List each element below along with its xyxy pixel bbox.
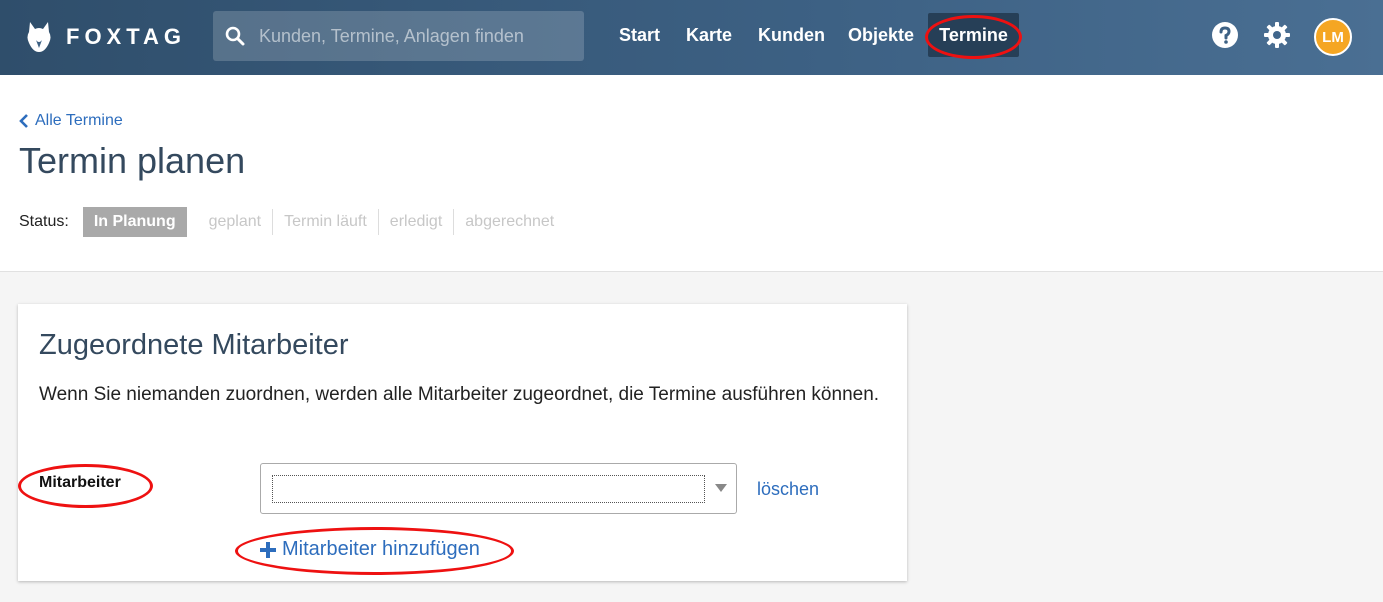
- status-step-abgerechnet[interactable]: abgerechnet: [453, 209, 565, 235]
- user-avatar[interactable]: LM: [1314, 18, 1352, 56]
- delete-employee-link[interactable]: löschen: [757, 479, 819, 500]
- back-link-label: Alle Termine: [35, 112, 123, 129]
- employee-select-value: [272, 475, 705, 503]
- status-step-in-planung[interactable]: In Planung: [82, 207, 187, 237]
- nav-item-objekte[interactable]: Objekte: [838, 13, 924, 57]
- brand-logo[interactable]: FOXTAG: [24, 18, 186, 56]
- gear-icon[interactable]: [1263, 21, 1291, 49]
- nav-item-karte[interactable]: Karte: [676, 13, 742, 57]
- status-step-geplant[interactable]: geplant: [198, 209, 273, 235]
- card-description: Wenn Sie niemanden zuordnen, werden alle…: [39, 384, 880, 405]
- search-input[interactable]: [259, 25, 579, 47]
- assigned-employees-card: Zugeordnete Mitarbeiter Wenn Sie niemand…: [18, 304, 907, 581]
- plus-icon: [260, 541, 276, 558]
- add-employee-label: Mitarbeiter hinzufügen: [282, 538, 480, 560]
- caret-down-icon: [715, 484, 727, 492]
- search-icon: [225, 26, 245, 46]
- nav-item-termine[interactable]: Termine: [928, 13, 1019, 57]
- status-step-erledigt[interactable]: erledigt: [377, 209, 453, 235]
- brand-name: FOXTAG: [66, 24, 187, 49]
- chevron-left-icon: [19, 114, 28, 128]
- nav-item-kunden[interactable]: Kunden: [748, 13, 835, 57]
- status-stepper: Status: In Planung geplant Termin läuft …: [19, 207, 565, 237]
- global-search[interactable]: [213, 11, 584, 61]
- help-icon[interactable]: [1211, 21, 1239, 49]
- card-title: Zugeordnete Mitarbeiter: [39, 329, 349, 361]
- employee-field-label: Mitarbeiter: [39, 474, 121, 491]
- status-step-termin-laeuft[interactable]: Termin läuft: [272, 209, 378, 235]
- add-employee-button[interactable]: Mitarbeiter hinzufügen: [260, 538, 480, 561]
- page-title: Termin planen: [19, 140, 246, 181]
- top-navbar: FOXTAG Start Karte Kunden Objekte Termin…: [0, 0, 1383, 75]
- nav-item-start[interactable]: Start: [609, 13, 670, 57]
- status-label: Status:: [19, 213, 69, 230]
- back-link[interactable]: Alle Termine: [19, 112, 123, 130]
- employee-select[interactable]: [260, 463, 737, 514]
- fox-logo-icon: [27, 22, 51, 52]
